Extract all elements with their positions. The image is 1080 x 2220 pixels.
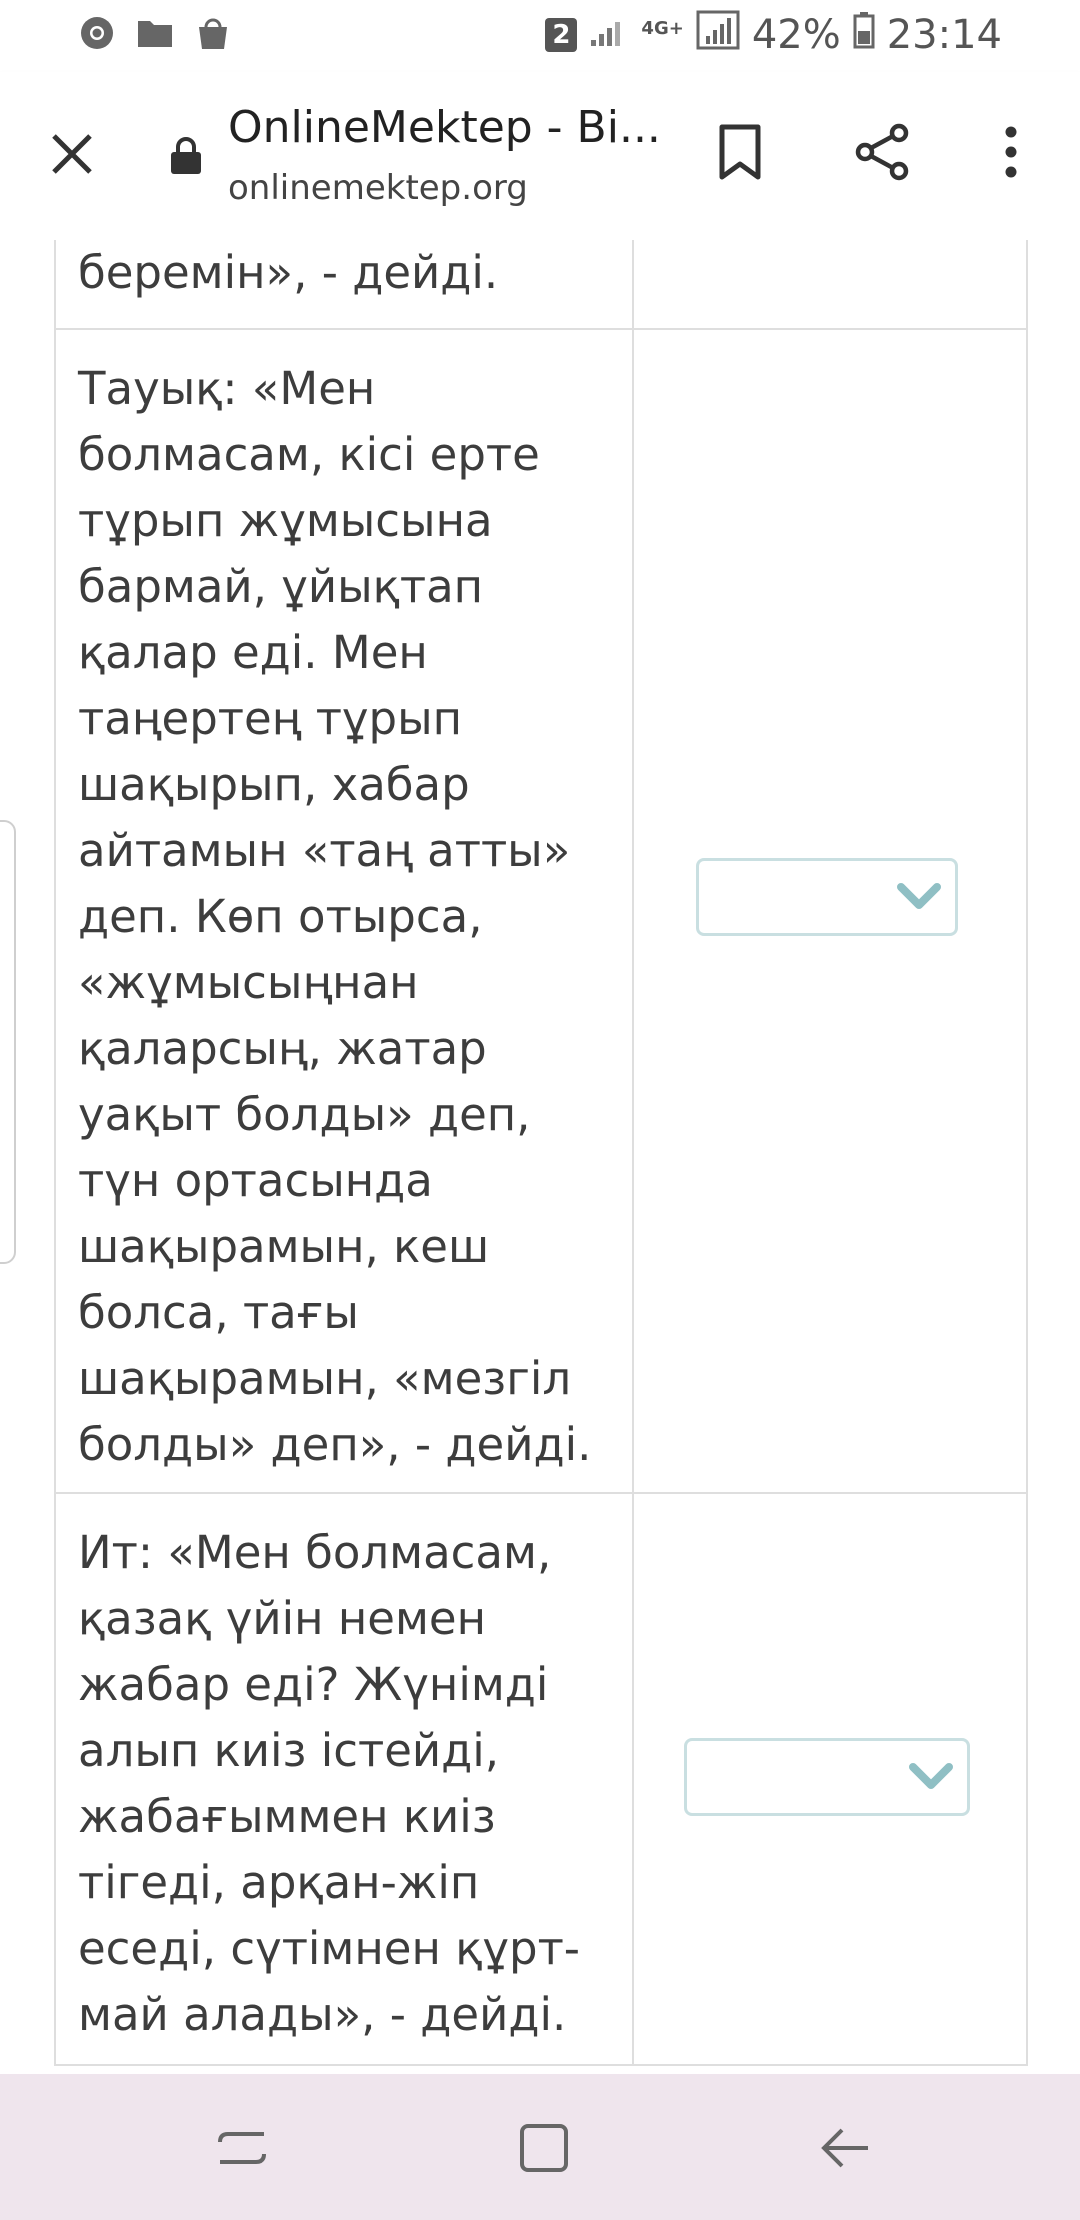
side-panel-handle[interactable] <box>0 820 16 1264</box>
answer-cell <box>634 1494 1024 2064</box>
statement-text: Тауық: «Мен болмасам, кісі ерте тұрып жұ… <box>56 330 634 1492</box>
statement-text: Ит: «Мен болмасам, қазақ үйін немен жаба… <box>56 1494 634 2064</box>
folder-icon <box>136 14 174 52</box>
page-url[interactable]: onlinemektep.org <box>228 168 528 208</box>
chevron-down-icon <box>897 883 941 909</box>
answer-cell <box>634 240 1024 328</box>
answer-dropdown[interactable] <box>696 858 958 936</box>
status-bar: 2 4G+ 42% 23:14 <box>0 0 1080 72</box>
status-right: 2 4G+ 42% 23:14 <box>545 10 1002 60</box>
chevron-down-icon <box>909 1763 953 1789</box>
battery-icon <box>853 11 875 59</box>
page-content: беремін», - дейді. Тауық: «Мен болмасам,… <box>0 240 1080 2074</box>
signal-icon <box>589 12 629 58</box>
shopping-bag-icon <box>194 14 232 52</box>
chrome-icon <box>78 14 116 52</box>
matching-table: беремін», - дейді. Тауық: «Мен болмасам,… <box>54 240 1028 2066</box>
network-type: 4G+ <box>641 18 684 39</box>
table-row: Ит: «Мен болмасам, қазақ үйін немен жаба… <box>56 1494 1026 2066</box>
browser-toolbar: OnlineMektep - Bi... onlinemektep.org <box>0 72 1080 242</box>
clock: 23:14 <box>886 12 1002 58</box>
back-icon[interactable] <box>810 2112 882 2184</box>
answer-cell <box>634 330 1024 1492</box>
signal-strength-icon <box>696 10 740 60</box>
home-icon[interactable] <box>508 2112 580 2184</box>
share-icon[interactable] <box>846 116 918 188</box>
lock-icon[interactable] <box>164 134 208 178</box>
statement-text: беремін», - дейді. <box>56 240 634 328</box>
system-nav-bar <box>0 2074 1080 2220</box>
more-options-icon[interactable] <box>978 116 1044 188</box>
close-icon[interactable] <box>38 120 106 188</box>
battery-percent: 42% <box>751 12 841 58</box>
notification-badge: 2 <box>545 18 578 52</box>
answer-dropdown[interactable] <box>684 1738 970 1816</box>
table-row: беремін», - дейді. <box>56 240 1026 330</box>
status-left-icons <box>78 14 232 52</box>
bookmark-icon[interactable] <box>704 116 776 188</box>
recent-apps-icon[interactable] <box>206 2112 278 2184</box>
table-row: Тауық: «Мен болмасам, кісі ерте тұрып жұ… <box>56 330 1026 1494</box>
page-title: OnlineMektep - Bi... <box>228 102 661 153</box>
